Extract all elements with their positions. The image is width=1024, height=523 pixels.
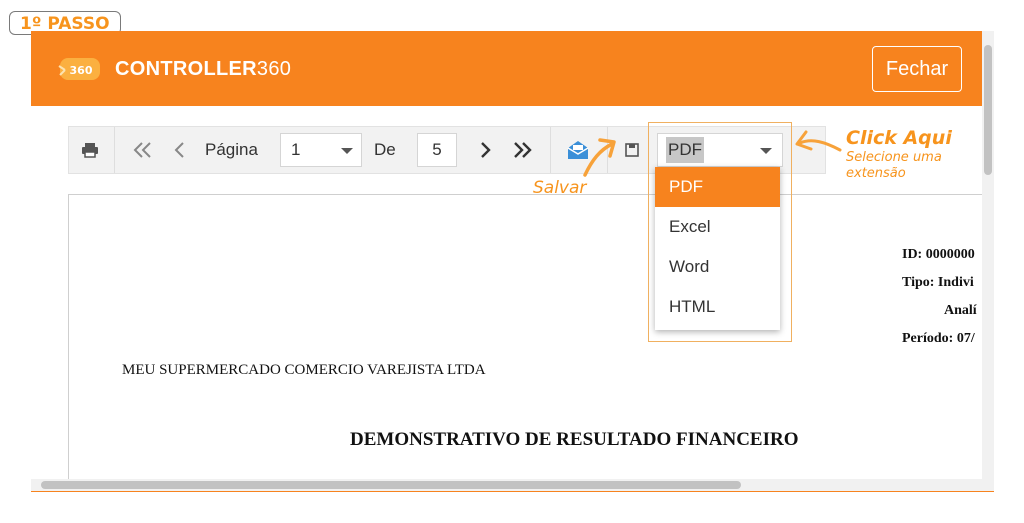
app-logo: 360 CONTROLLER360 (57, 54, 291, 84)
select-extension-line1: Selecione uma (846, 150, 942, 165)
format-option-pdf[interactable]: PDF (655, 167, 780, 207)
prev-page-button[interactable] (165, 127, 193, 173)
app-header: 360 CONTROLLER360 Fechar (31, 31, 984, 106)
export-format-select[interactable]: PDF (657, 133, 783, 167)
first-page-button[interactable] (125, 127, 159, 173)
last-page-button[interactable] (505, 127, 541, 173)
chevron-down-icon (760, 148, 772, 154)
last-page-icon (514, 142, 532, 158)
page-label: Página (205, 140, 258, 159)
click-here-annotation: Click Aqui (846, 127, 952, 149)
vertical-scroll-thumb[interactable] (984, 45, 992, 175)
toolbar-separator (607, 127, 608, 173)
page-number-select[interactable]: 1 (280, 133, 362, 167)
logo-badge-icon: 360 (57, 54, 107, 84)
chevron-down-icon (341, 148, 353, 154)
report-period: Período: 07/ (902, 331, 975, 346)
email-icon (567, 141, 589, 159)
of-label: De (374, 140, 396, 159)
page-number-value: 1 (291, 140, 301, 159)
next-page-button[interactable] (471, 127, 501, 173)
first-page-icon (133, 142, 151, 158)
report-title: DEMONSTRATIVO DE RESULTADO FINANCEIRO (350, 429, 799, 450)
format-option-excel[interactable]: Excel (655, 207, 780, 247)
logo-number-text: 360 (256, 57, 292, 80)
vertical-scrollbar[interactable] (982, 31, 994, 491)
next-page-icon (481, 142, 491, 158)
save-annotation: Salvar (533, 178, 587, 198)
bottom-border (31, 491, 994, 492)
save-button[interactable] (615, 127, 649, 173)
email-button[interactable] (561, 127, 595, 173)
export-format-value: PDF (666, 137, 704, 163)
report-id: ID: 0000000 (902, 247, 975, 262)
report-type: Tipo: Indivi (902, 275, 974, 290)
format-option-word[interactable]: Word (655, 247, 780, 287)
close-button[interactable]: Fechar (872, 46, 962, 92)
toolbar-separator (114, 127, 115, 173)
print-button[interactable] (73, 127, 107, 173)
report-analytic: Analí (944, 303, 977, 318)
printer-icon (82, 143, 98, 158)
select-extension-line2: extensão (846, 166, 906, 181)
toolbar-separator (550, 127, 551, 173)
company-name: MEU SUPERMERCADO COMERCIO VAREJISTA LTDA (122, 362, 486, 378)
prev-page-icon (174, 142, 184, 158)
logo-main-text: CONTROLLER (115, 57, 257, 80)
total-pages-field: 5 (417, 133, 457, 167)
export-format-menu: PDF Excel Word HTML (655, 167, 780, 330)
horizontal-scroll-thumb[interactable] (41, 481, 741, 489)
save-icon (625, 143, 639, 157)
total-pages-value: 5 (432, 140, 442, 159)
report-document: ID: 0000000 Tipo: Indivi Analí Período: … (68, 194, 983, 480)
logo-text: CONTROLLER360 (115, 58, 291, 81)
logo-badge-text: 360 (70, 64, 93, 77)
select-extension-annotation: Selecione uma extensão (846, 150, 942, 182)
format-option-html[interactable]: HTML (655, 287, 780, 327)
horizontal-scrollbar[interactable] (31, 479, 982, 491)
